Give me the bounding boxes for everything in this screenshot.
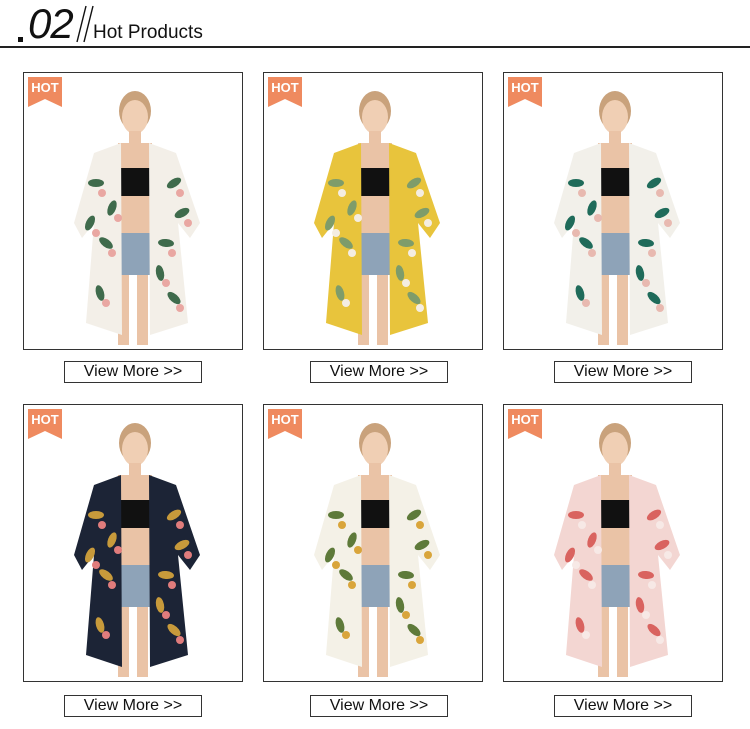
view-more-button-1[interactable]: View More >> (64, 361, 202, 383)
view-more-button-5[interactable]: View More >> (310, 695, 448, 717)
view-more-button-4[interactable]: View More >> (64, 695, 202, 717)
section-number: 02 (28, 0, 74, 47)
product-image (74, 423, 200, 677)
view-more-button-2[interactable]: View More >> (310, 361, 448, 383)
section-header: 02 Hot Products (0, 0, 750, 48)
view-more-button-6[interactable]: View More >> (554, 695, 692, 717)
product-card-4[interactable]: HOT (23, 404, 243, 682)
view-more-button-3[interactable]: View More >> (554, 361, 692, 383)
product-card-1[interactable]: HOT (23, 72, 243, 350)
product-image (314, 423, 440, 677)
product-card-6[interactable]: HOT (503, 404, 723, 682)
product-image (314, 91, 440, 345)
hot-badge-label: HOT (271, 80, 299, 95)
product-image (74, 91, 200, 345)
hot-badge-label: HOT (271, 412, 299, 427)
section-title: Hot Products (93, 22, 203, 43)
header-dot (18, 37, 23, 42)
product-image (554, 423, 680, 677)
hot-badge-label: HOT (31, 412, 59, 427)
product-image (554, 91, 680, 345)
hot-badge-label: HOT (511, 412, 539, 427)
product-card-5[interactable]: HOT (263, 404, 483, 682)
header-divider (0, 46, 750, 48)
hot-badge-label: HOT (31, 80, 59, 95)
hot-badge-label: HOT (511, 80, 539, 95)
product-card-3[interactable]: HOT (503, 72, 723, 350)
product-card-2[interactable]: HOT (263, 72, 483, 350)
